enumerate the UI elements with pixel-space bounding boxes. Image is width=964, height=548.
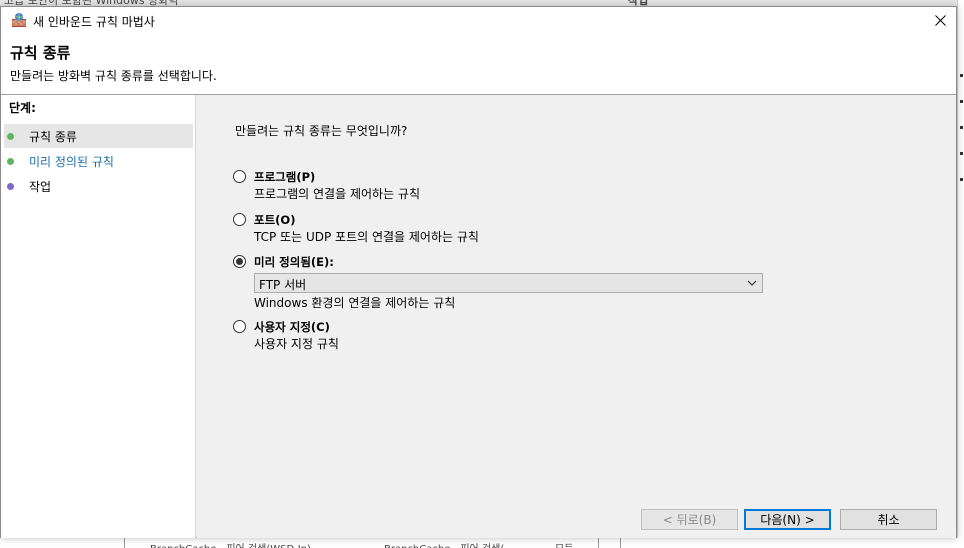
option-label[interactable]: 프로그램(P) xyxy=(254,169,315,185)
step-status-icon xyxy=(7,182,14,190)
chevron-down-icon xyxy=(747,280,757,286)
cancel-button[interactable]: 취소 xyxy=(840,509,937,530)
option-label[interactable]: 포트(O) xyxy=(254,212,295,228)
page-description: 만들려는 방화벽 규칙 종류를 선택합니다. xyxy=(10,69,217,83)
option-label[interactable]: 미리 정의됨(E): xyxy=(254,254,334,270)
wizard-header: 규칙 종류 만들려는 방화벽 규칙 종류를 선택합니다. xyxy=(1,33,956,95)
background-cell: BranchCache - 피어 검색(WSD-In) xyxy=(150,540,311,548)
step-label: 미리 정의된 규칙 xyxy=(29,154,114,169)
question-text: 만들려는 규칙 종류는 무엇입니까? xyxy=(235,124,408,138)
background-table-row: BranchCache - 피어 검색(WSD-In) BranchCache … xyxy=(0,538,964,548)
background-cell: 모든 xyxy=(555,540,573,548)
next-button[interactable]: 다음(N) > xyxy=(744,509,831,530)
background-cell: BranchCache - 피어 검색( xyxy=(384,540,504,548)
wizard-dialog: 새 인바운드 규칙 마법사 규칙 종류 만들려는 방화벽 규칙 종류를 선택합니… xyxy=(0,6,957,538)
select-value: FTP 서버 xyxy=(259,278,307,292)
close-button[interactable] xyxy=(924,7,956,33)
steps-label: 단계: xyxy=(9,101,36,115)
step-status-icon xyxy=(7,132,14,140)
option-description: 프로그램의 연결을 제어하는 규칙 xyxy=(254,187,421,201)
radio-program[interactable] xyxy=(233,170,246,183)
predefined-rule-select[interactable]: FTP 서버 xyxy=(254,273,763,293)
step-status-icon xyxy=(7,157,14,165)
option-description: 사용자 지정 규칙 xyxy=(254,337,339,351)
radio-port[interactable] xyxy=(233,213,246,226)
option-label[interactable]: 사용자 지정(C) xyxy=(254,319,330,335)
close-icon xyxy=(934,14,946,26)
title-bar[interactable]: 새 인바운드 규칙 마법사 xyxy=(1,7,956,33)
step-label: 작업 xyxy=(29,179,52,194)
wizard-content: 만들려는 규칙 종류는 무엇입니까? 프로그램(P) 프로그램의 연결을 제어하… xyxy=(197,95,956,538)
radio-predefined[interactable] xyxy=(233,255,246,268)
option-description: TCP 또는 UDP 포트의 연결을 제어하는 규칙 xyxy=(254,230,479,244)
step-label: 규칙 종류 xyxy=(29,129,77,144)
step-action[interactable]: 작업 xyxy=(4,174,193,198)
background-actions-pane xyxy=(957,0,964,548)
steps-pane: 단계: 규칙 종류 미리 정의된 규칙 작업 xyxy=(1,95,196,538)
window-title: 새 인바운드 규칙 마법사 xyxy=(33,15,155,29)
step-predefined-rules[interactable]: 미리 정의된 규칙 xyxy=(4,149,193,173)
firewall-icon xyxy=(11,12,27,28)
step-rule-type[interactable]: 규칙 종류 xyxy=(4,124,193,148)
back-button[interactable]: < 뒤로(B) xyxy=(641,509,738,530)
option-description: Windows 환경의 연결을 제어하는 규칙 xyxy=(254,296,456,310)
page-title: 규칙 종류 xyxy=(10,44,71,62)
radio-custom[interactable] xyxy=(233,320,246,333)
